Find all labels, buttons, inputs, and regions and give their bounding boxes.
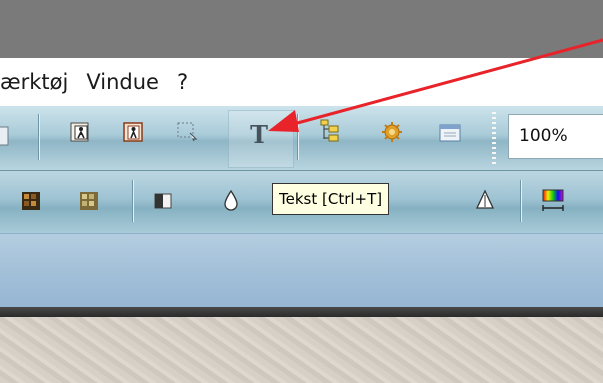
annotation-arrow <box>268 38 603 132</box>
